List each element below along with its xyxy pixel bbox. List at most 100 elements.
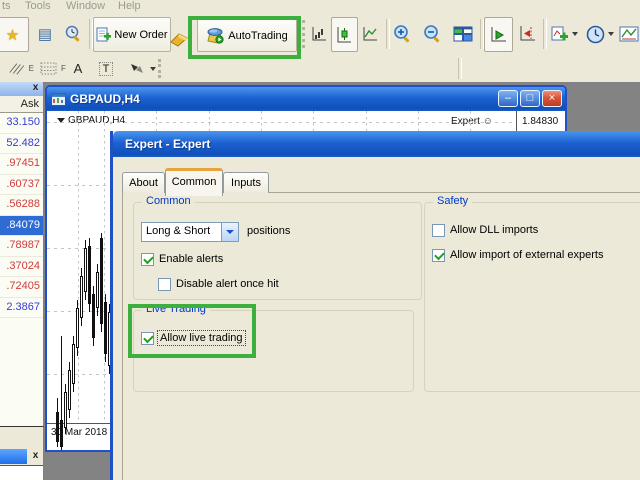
text-label-tool-button[interactable]: T	[94, 58, 118, 79]
enable-alerts-checkbox[interactable]	[141, 253, 154, 266]
line-chart-mode-button[interactable]	[359, 22, 382, 46]
candlestick-icon	[336, 26, 353, 44]
market-watch-titlebar[interactable]: x	[0, 82, 43, 96]
profiles-button[interactable]: ★	[0, 17, 29, 52]
market-watch-close-icon[interactable]: x	[30, 82, 41, 94]
allow-external-experts-label[interactable]: Allow import of external experts	[450, 249, 603, 261]
auto-scroll-icon	[490, 26, 508, 44]
market-watch-button[interactable]: ▤	[33, 22, 57, 46]
annotation-highlight-autotrading	[188, 16, 301, 59]
bar-chart-mode-button[interactable]	[308, 22, 331, 46]
market-watch-row[interactable]: 33.150	[0, 113, 43, 134]
menu-item-charts-clipped[interactable]: ts	[2, 0, 11, 12]
periods-dropdown-caret[interactable]	[608, 32, 614, 36]
combobox-dropdown-icon[interactable]	[221, 223, 238, 241]
zoom-in-button[interactable]	[391, 21, 415, 47]
candle-body	[68, 370, 71, 410]
text-tool-button[interactable]: A	[68, 58, 88, 79]
market-watch-row[interactable]: .72405	[0, 277, 43, 298]
dialog-titlebar[interactable]: Expert - Expert	[113, 131, 640, 157]
toolbar-drag-handle[interactable]	[158, 59, 164, 78]
text-tool-icon: A	[74, 61, 83, 76]
tile-windows-button[interactable]	[451, 21, 475, 47]
tab-inputs[interactable]: Inputs	[223, 172, 269, 193]
expert-list-tool-button[interactable]: E	[8, 58, 34, 79]
chart-maximize-button[interactable]: □	[520, 90, 540, 107]
zoom-in-icon	[393, 24, 413, 44]
allow-external-experts-checkbox[interactable]	[432, 249, 445, 262]
positions-combobox[interactable]: Long & Short	[141, 222, 239, 242]
chart-window-icon	[51, 93, 66, 106]
toolbar-separator	[458, 58, 462, 79]
market-watch-row[interactable]: .56288	[0, 195, 43, 216]
tab-common[interactable]: Common	[165, 168, 223, 196]
menu-item-help[interactable]: Help	[118, 0, 141, 12]
arrows-dropdown-caret[interactable]	[150, 67, 156, 71]
strategy-tester-button[interactable]	[62, 22, 86, 46]
annotation-highlight-live-trading	[128, 304, 256, 358]
vertical-gridline	[78, 111, 79, 423]
templates-icon	[619, 26, 639, 42]
market-watch-row[interactable]: .78987	[0, 236, 43, 257]
market-watch-rows: 33.15052.482.97451.60737.56288.84079.789…	[0, 113, 43, 318]
magnifier-clock-icon	[65, 25, 83, 43]
navigator-panel: x	[0, 448, 44, 480]
safety-group-title: Safety	[433, 195, 472, 207]
arrows-icon	[128, 61, 146, 76]
auto-scroll-button[interactable]	[484, 17, 513, 52]
candle-body	[92, 294, 95, 338]
market-watch-row[interactable]: .60737	[0, 175, 43, 196]
candle-body	[76, 308, 79, 348]
metaeditor-button[interactable]	[168, 28, 190, 50]
market-watch-panel: x Ask 33.15052.482.97451.60737.56288.840…	[0, 82, 44, 427]
menu-item-window[interactable]: Window	[66, 0, 105, 12]
menu-bar: ts Tools Window Help	[0, 0, 640, 14]
fibo-grid-tool-button[interactable]: F	[40, 58, 66, 79]
candle-body	[64, 392, 67, 428]
metaeditor-gold-icon	[169, 30, 189, 48]
chart-window-titlebar[interactable]: GBPAUD,H4 – □ ×	[47, 87, 565, 111]
navigator-close-icon[interactable]: x	[30, 450, 41, 462]
current-price-label: 1.84830	[522, 116, 558, 127]
letter-f-label: F	[61, 64, 66, 73]
allow-dll-imports-checkbox[interactable]	[432, 224, 445, 237]
candle-body	[80, 276, 83, 318]
new-order-button[interactable]: New Order	[93, 17, 171, 52]
chart-close-button[interactable]: ×	[542, 90, 562, 107]
chart-minimize-button[interactable]: –	[498, 90, 518, 107]
candle-body	[72, 344, 75, 384]
zoom-out-icon	[423, 24, 443, 44]
tile-windows-icon	[453, 25, 473, 43]
market-watch-row[interactable]: 52.482	[0, 134, 43, 155]
market-watch-row[interactable]: .37024	[0, 257, 43, 278]
candle-body	[96, 272, 99, 308]
market-watch-icon: ▤	[38, 25, 52, 43]
disable-alert-once-hit-checkbox[interactable]	[158, 278, 171, 291]
positions-combobox-value: Long & Short	[146, 225, 210, 237]
allow-dll-imports-label[interactable]: Allow DLL imports	[450, 224, 538, 236]
navigator-titlebar[interactable]: x	[0, 448, 43, 465]
common-group: Common Long & Short positions Enable ale…	[133, 202, 422, 300]
ask-column-header[interactable]: Ask	[0, 96, 43, 113]
clock-icon	[586, 25, 605, 44]
zoom-out-button[interactable]	[421, 21, 445, 47]
candle-body	[56, 412, 59, 442]
line-chart-icon	[362, 26, 379, 42]
market-watch-row[interactable]: .97451	[0, 154, 43, 175]
indicators-dropdown-caret[interactable]	[572, 32, 578, 36]
market-watch-row[interactable]: 2.3867	[0, 298, 43, 319]
candle-body	[84, 248, 87, 292]
menu-item-tools[interactable]: Tools	[25, 0, 51, 12]
indicators-button[interactable]	[547, 21, 571, 47]
profiles-star-icon: ★	[6, 26, 19, 44]
chart-shift-button[interactable]	[516, 21, 540, 47]
enable-alerts-label[interactable]: Enable alerts	[159, 253, 223, 265]
arrows-tool-button[interactable]	[124, 58, 150, 79]
market-watch-row[interactable]: .84079	[0, 216, 43, 237]
disable-alert-once-hit-label[interactable]: Disable alert once hit	[176, 278, 279, 290]
metatrader-window: ts Tools Window Help ★ ▤	[0, 0, 640, 480]
templates-button[interactable]	[617, 21, 640, 47]
candlestick-mode-button[interactable]	[331, 17, 358, 52]
tab-about[interactable]: About	[122, 172, 165, 193]
periods-button[interactable]	[583, 21, 607, 47]
